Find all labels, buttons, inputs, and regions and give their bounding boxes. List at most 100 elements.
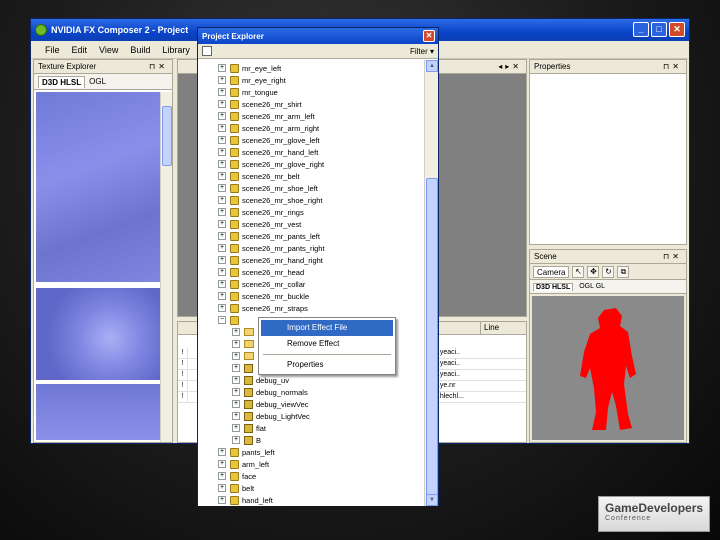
- expand-icon[interactable]: +: [218, 460, 226, 468]
- close-icon[interactable]: ✕: [423, 30, 435, 42]
- scroll-thumb[interactable]: [162, 106, 172, 166]
- tree-item[interactable]: +: [232, 350, 257, 362]
- tree-item[interactable]: + mr_eye_left: [218, 62, 281, 74]
- close-button[interactable]: ✕: [669, 22, 685, 37]
- tab-scene-d3d[interactable]: D3D HLSL: [533, 282, 574, 291]
- expand-icon[interactable]: +: [218, 208, 226, 216]
- expand-icon[interactable]: +: [218, 136, 226, 144]
- tree-item[interactable]: + scene26_mr_pants_left: [218, 230, 320, 242]
- tree-item[interactable]: + mr_tongue: [218, 86, 278, 98]
- expand-icon[interactable]: +: [232, 340, 240, 348]
- collapse-icon[interactable]: −: [218, 316, 226, 324]
- menu-view[interactable]: View: [99, 45, 118, 55]
- scroll-thumb[interactable]: [426, 178, 438, 498]
- remove-effect-item[interactable]: Remove Effect: [261, 336, 393, 352]
- minimize-button[interactable]: _: [633, 22, 649, 37]
- expand-icon[interactable]: +: [218, 232, 226, 240]
- tree-item[interactable]: + belt: [218, 482, 254, 494]
- camera-dropdown[interactable]: Camera: [533, 265, 570, 278]
- menu-build[interactable]: Build: [130, 45, 150, 55]
- rotate-icon[interactable]: ↻: [602, 265, 615, 278]
- expand-icon[interactable]: +: [218, 76, 226, 84]
- tree-item[interactable]: + flat: [232, 422, 266, 434]
- expand-icon[interactable]: +: [218, 220, 226, 228]
- tree-item[interactable]: + pants_left: [218, 446, 275, 458]
- tree-item[interactable]: + scene26_mr_arm_left: [218, 110, 315, 122]
- document-nav-icons[interactable]: ◂▸✕: [498, 62, 522, 71]
- scroll-up-icon[interactable]: ▲: [426, 60, 438, 72]
- expand-icon[interactable]: +: [218, 244, 226, 252]
- tab-ogl[interactable]: OGL: [89, 77, 106, 86]
- tree-item[interactable]: + scene26_mr_glove_left: [218, 134, 320, 146]
- pin-close-icon[interactable]: ⊓✕: [149, 62, 168, 71]
- tree-item[interactable]: + scene26_mr_shirt: [218, 98, 302, 110]
- expand-icon[interactable]: +: [218, 268, 226, 276]
- tab-scene-ogl[interactable]: OGL GL: [579, 283, 605, 290]
- expand-icon[interactable]: +: [218, 256, 226, 264]
- tree-item[interactable]: + mr_eye_right: [218, 74, 286, 86]
- tree-item[interactable]: +: [232, 362, 256, 374]
- expand-icon[interactable]: +: [218, 112, 226, 120]
- tab-d3d-hlsl[interactable]: D3D HLSL: [38, 75, 86, 88]
- scene-viewport[interactable]: [532, 296, 684, 440]
- tree-item[interactable]: +: [232, 338, 257, 350]
- tree-item[interactable]: + hand_left: [218, 494, 273, 506]
- scale-icon[interactable]: ⧉: [617, 265, 630, 278]
- expand-icon[interactable]: +: [232, 352, 240, 360]
- expand-icon[interactable]: +: [218, 292, 226, 300]
- tree-item[interactable]: + debug_uv: [232, 374, 289, 386]
- scroll-down-icon[interactable]: ▼: [426, 494, 438, 506]
- pin-close-icon[interactable]: ⊓✕: [663, 252, 682, 261]
- move-icon[interactable]: ✥: [587, 265, 600, 278]
- tree-item[interactable]: + scene26_mr_arm_right: [218, 122, 319, 134]
- expand-icon[interactable]: +: [218, 304, 226, 312]
- tree-item[interactable]: + arm_left: [218, 458, 269, 470]
- expand-icon[interactable]: +: [218, 124, 226, 132]
- expand-icon[interactable]: +: [218, 196, 226, 204]
- menu-file[interactable]: File: [45, 45, 60, 55]
- expand-icon[interactable]: +: [232, 328, 240, 336]
- expand-icon[interactable]: +: [218, 472, 226, 480]
- normal-map-texture-partial[interactable]: [36, 384, 160, 440]
- expand-icon[interactable]: +: [232, 388, 240, 396]
- tree-item[interactable]: + scene26_mr_head: [218, 266, 304, 278]
- tree-item[interactable]: +: [232, 326, 257, 338]
- texture-scrollbar[interactable]: [160, 92, 172, 442]
- expand-icon[interactable]: +: [218, 100, 226, 108]
- expand-icon[interactable]: +: [218, 448, 226, 456]
- tree-item[interactable]: + scene26_mr_hand_left: [218, 146, 318, 158]
- tree-item[interactable]: + scene26_mr_vest: [218, 218, 301, 230]
- project-scrollbar[interactable]: ▲ ▼: [424, 60, 438, 506]
- tree-item[interactable]: + scene26_mr_hand_right: [218, 254, 323, 266]
- expand-icon[interactable]: +: [232, 412, 240, 420]
- col-line[interactable]: Line: [480, 322, 526, 334]
- menu-edit[interactable]: Edit: [72, 45, 88, 55]
- expand-icon[interactable]: +: [218, 88, 226, 96]
- select-cursor-icon[interactable]: ↖: [572, 265, 585, 278]
- expand-icon[interactable]: +: [232, 424, 240, 432]
- properties-icon[interactable]: [202, 46, 212, 56]
- expand-icon[interactable]: +: [218, 148, 226, 156]
- expand-icon[interactable]: +: [218, 496, 226, 504]
- tree-item[interactable]: + debug_normals: [232, 386, 308, 398]
- tree-item[interactable]: + scene26_mr_collar: [218, 278, 305, 290]
- tree-item[interactable]: + scene26_mr_belt: [218, 170, 300, 182]
- expand-icon[interactable]: +: [232, 400, 240, 408]
- tree-item[interactable]: + scene26_mr_buckle: [218, 290, 309, 302]
- properties-item[interactable]: Properties: [261, 357, 393, 373]
- filter-dropdown[interactable]: Filter ▾: [410, 47, 434, 56]
- tree-item[interactable]: + scene26_mr_rings: [218, 206, 304, 218]
- tree-item[interactable]: + debug_LightVec: [232, 410, 310, 422]
- expand-icon[interactable]: +: [218, 64, 226, 72]
- maximize-button[interactable]: □: [651, 22, 667, 37]
- tree-item[interactable]: + scene26_mr_pants_right: [218, 242, 325, 254]
- menu-library[interactable]: Library: [162, 45, 190, 55]
- pin-close-icon[interactable]: ⊓✕: [663, 62, 682, 71]
- tree-item[interactable]: + scene26_mr_shoe_right: [218, 194, 322, 206]
- project-explorer-title-bar[interactable]: Project Explorer ✕: [198, 28, 438, 44]
- tree-item[interactable]: + scene26_mr_shoe_left: [218, 182, 318, 194]
- import-effect-file-item[interactable]: Import Effect File: [261, 320, 393, 336]
- tree-item[interactable]: + face: [218, 470, 256, 482]
- tree-item[interactable]: + scene26_mr_straps: [218, 302, 308, 314]
- tree-item[interactable]: + debug_viewVec: [232, 398, 309, 410]
